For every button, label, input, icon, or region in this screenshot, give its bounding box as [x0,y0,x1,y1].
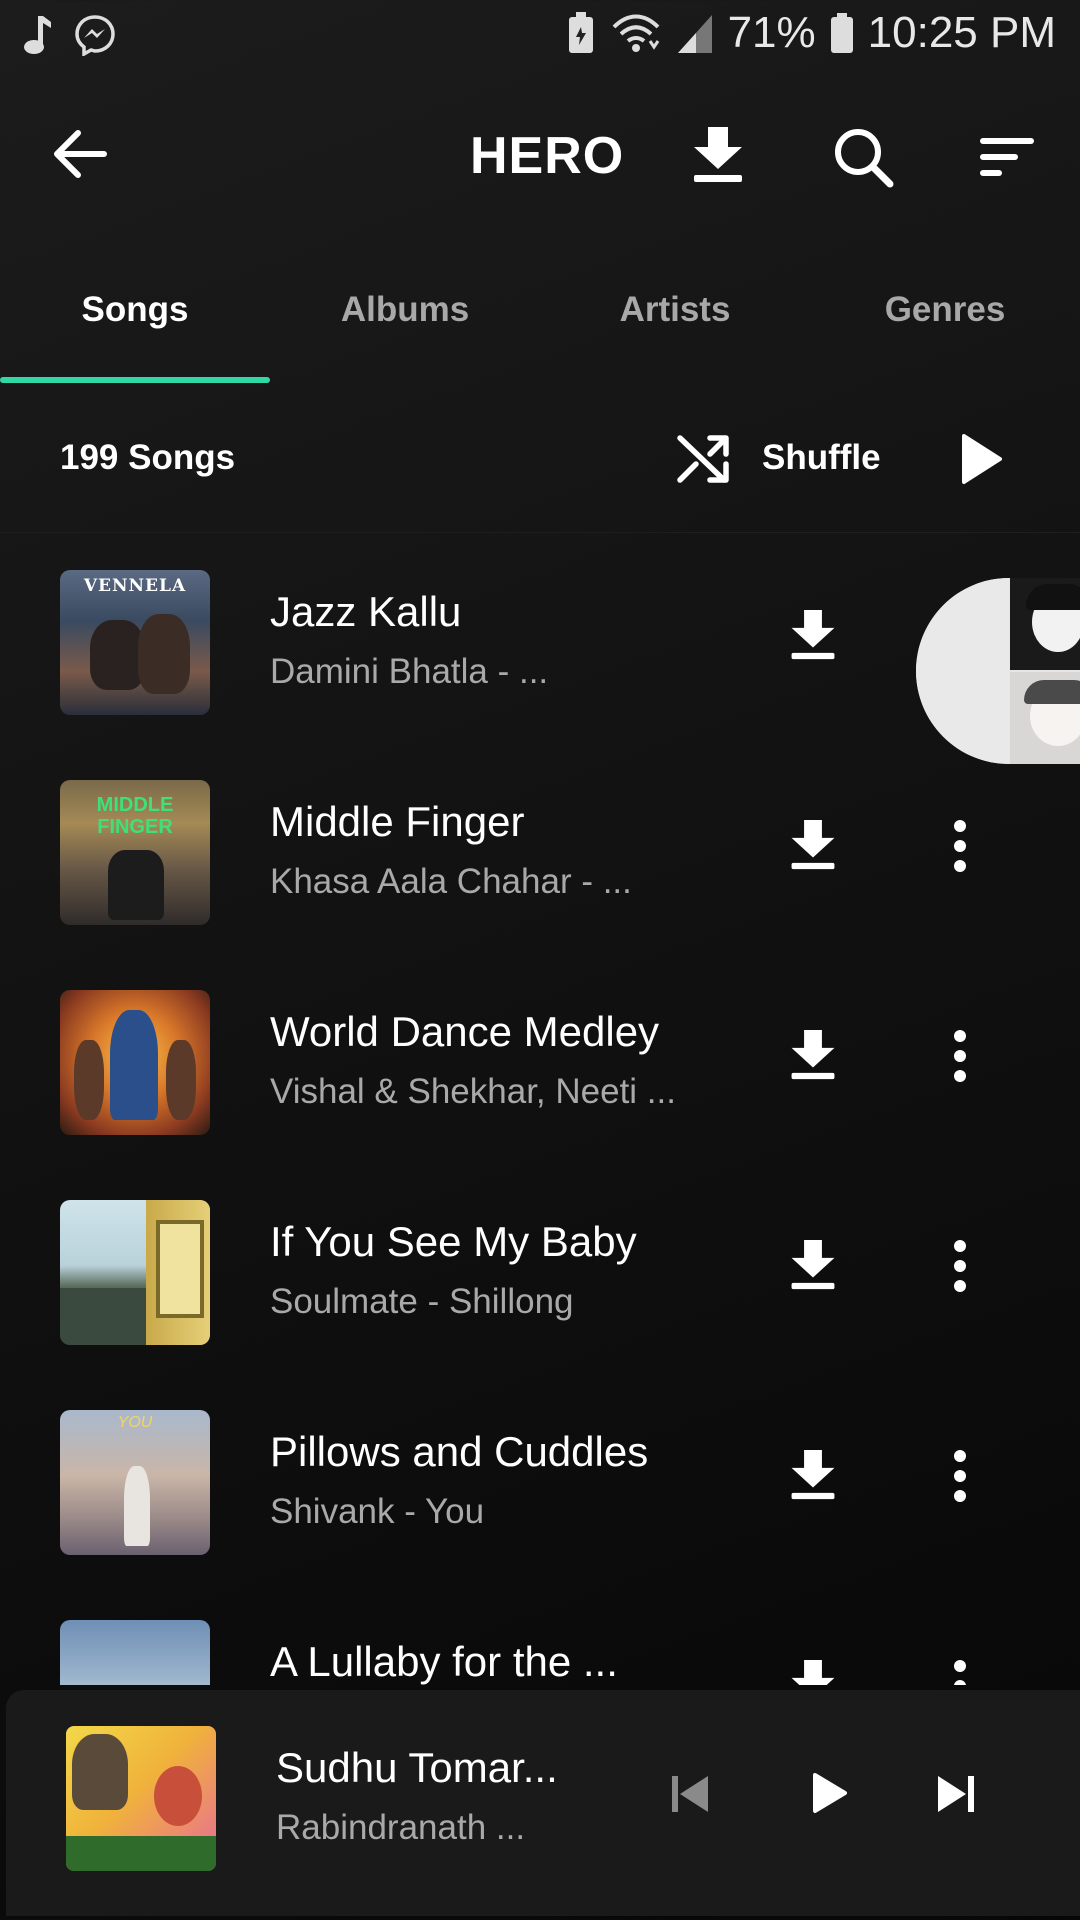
shuffle-label[interactable]: Shuffle [762,438,881,478]
song-title: A Lullaby for the ... [270,1638,618,1685]
song-title: World Dance Medley [270,1008,660,1055]
song-subtitle: Soulmate - Shillong [270,1282,574,1321]
tab-artists[interactable]: Artists [540,290,810,330]
play-icon [962,434,1002,484]
play-all-button[interactable] [960,432,1004,491]
more-options-button[interactable] [945,1446,975,1506]
messenger-icon [75,15,115,56]
search-button[interactable] [832,126,894,193]
song-subtitle: Khasa Aala Chahar - ... [270,862,632,901]
download-icon [791,820,835,870]
tab-genres[interactable]: Genres [810,290,1080,330]
tab-songs[interactable]: Songs [0,290,270,330]
battery-percent: 71% [727,8,816,57]
album-art: VENNELA [60,570,210,715]
active-tab-indicator [0,377,270,383]
list-header: 199 Songs Shuffle [0,420,1080,530]
song-subtitle: Shivank - You [270,1492,485,1531]
mini-player[interactable]: Sudhu Tomar... Rabindranath ... [6,1690,1080,1916]
download-all-button[interactable] [690,125,746,190]
album-art: YOU [60,1410,210,1555]
list-item[interactable]: YOU Pillows and Cuddles Shivank - You [0,1400,1080,1610]
more-options-button[interactable] [945,1236,975,1296]
divider [0,532,1080,533]
song-download-button[interactable] [788,1448,838,1507]
tab-albums[interactable]: Albums [270,290,540,330]
search-icon [835,129,894,188]
play-icon [813,1773,847,1813]
now-playing-album-art [66,1726,216,1871]
download-icon [694,127,742,182]
bubble-left-half [916,578,1009,764]
status-bar: 71% 10:25 PM [0,0,1080,76]
clock: 10:25 PM [867,8,1056,57]
song-download-button[interactable] [788,1658,838,1685]
music-note-icon [24,16,51,54]
song-download-button[interactable] [788,1028,838,1087]
song-count: 199 Songs [60,438,236,477]
song-title: Pillows and Cuddles [270,1428,649,1475]
album-art [60,1200,210,1345]
download-icon [791,1030,835,1080]
song-title: Jazz Kallu [270,588,462,635]
play-button[interactable] [812,1772,848,1819]
next-button[interactable] [936,1774,976,1819]
more-options-button[interactable] [945,1026,975,1086]
list-item[interactable]: If You See My Baby Soulmate - Shillong [0,1190,1080,1400]
song-subtitle: Damini Bhatla - ... [270,652,549,691]
now-playing-artist: Rabindranath ... [276,1808,526,1847]
album-art-text: YOU [117,1414,153,1431]
tab-bar: Songs Albums Artists Genres [0,270,1080,385]
floating-chat-bubble[interactable] [916,578,1080,764]
song-download-button[interactable] [788,1238,838,1297]
wifi-icon [612,14,659,52]
list-item[interactable]: MIDDLE FINGER Middle Finger Khasa Aala C… [0,770,1080,980]
more-options-button[interactable] [945,1656,975,1685]
album-art-text: VENNELA [83,576,187,596]
sort-icon [980,138,1034,176]
page-title: HERO [470,127,625,185]
battery-saver-icon [568,12,593,53]
download-icon [791,610,835,660]
download-icon [791,1240,835,1290]
app-bar: HERO [0,100,1080,210]
skip-previous-icon [672,1776,708,1812]
signal-icon [677,15,712,53]
album-art [60,1620,210,1685]
bubble-avatar-top [1010,578,1080,670]
skip-next-icon [938,1776,974,1812]
battery-icon [830,13,853,53]
song-download-button[interactable] [788,608,838,667]
sort-button[interactable] [978,136,1036,183]
bubble-avatar-bottom [1010,672,1080,764]
list-item[interactable]: A Lullaby for the ... [0,1610,1080,1685]
song-subtitle: Vishal & Shekhar, Neeti ... [270,1072,676,1111]
back-arrow-icon [54,130,107,178]
download-icon [791,1660,835,1685]
previous-button[interactable] [670,1774,710,1819]
album-art [60,990,210,1135]
song-download-button[interactable] [788,818,838,877]
download-icon [791,1450,835,1500]
song-title: If You See My Baby [270,1218,637,1265]
list-item[interactable]: World Dance Medley Vishal & Shekhar, Nee… [0,980,1080,1190]
shuffle-button[interactable] [676,432,730,491]
more-options-button[interactable] [945,816,975,876]
shuffle-icon [677,435,729,483]
now-playing-title: Sudhu Tomar... [276,1744,558,1791]
song-title: Middle Finger [270,798,525,845]
album-art-text: MIDDLE FINGER [96,794,174,838]
album-art: MIDDLE FINGER [60,780,210,925]
back-button[interactable] [52,128,122,188]
